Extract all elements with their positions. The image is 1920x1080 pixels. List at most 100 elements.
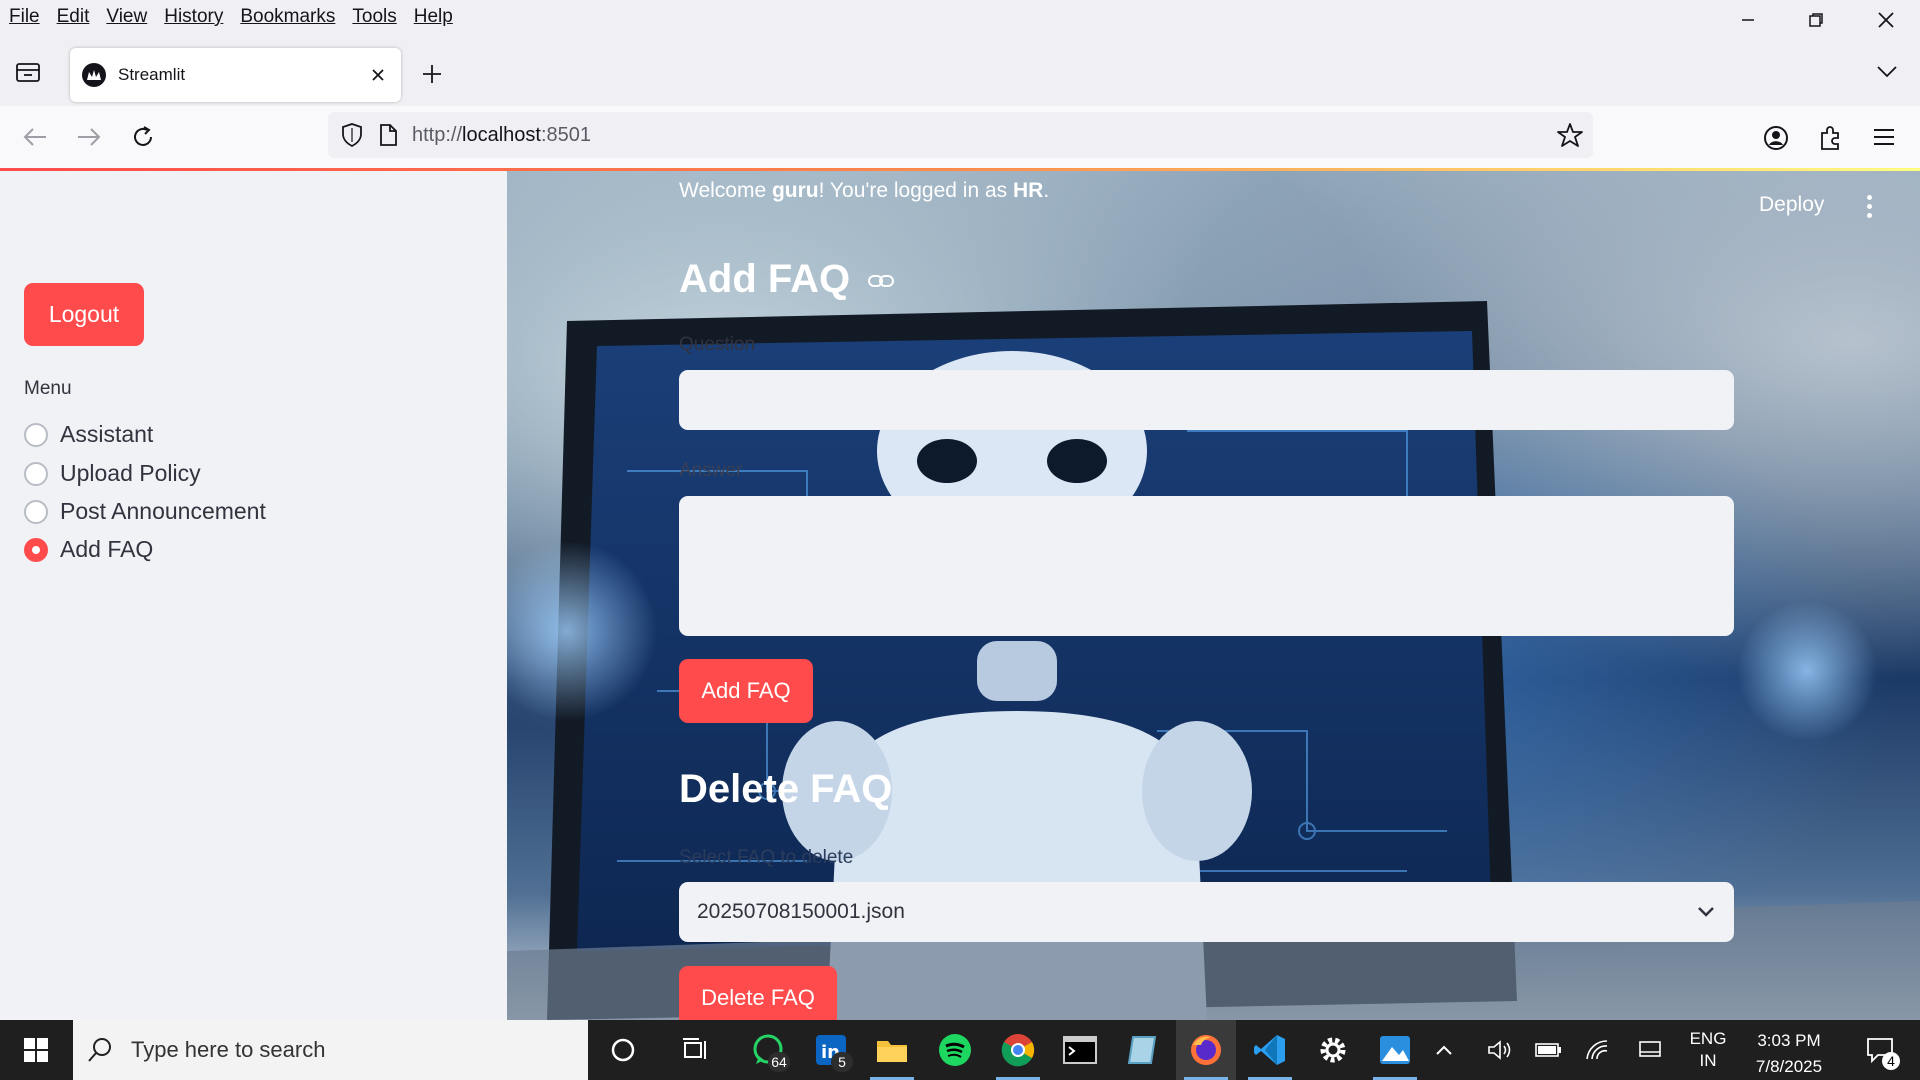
selected-faq-value: 20250708150001.json xyxy=(697,900,905,923)
arrow-right-icon xyxy=(78,128,101,146)
app-menu-button[interactable] xyxy=(1872,126,1896,153)
taskbar-file-explorer[interactable] xyxy=(862,1020,922,1080)
link-icon[interactable] xyxy=(867,271,895,291)
taskbar-whatsapp[interactable]: 64 xyxy=(738,1020,798,1080)
cortana-button[interactable] xyxy=(593,1020,653,1080)
faq-select-dropdown[interactable]: 20250708150001.json xyxy=(679,882,1734,942)
minimize-button[interactable] xyxy=(1714,0,1782,40)
extensions-button[interactable] xyxy=(1818,124,1844,157)
delete-faq-button[interactable]: Delete FAQ xyxy=(679,966,837,1020)
star-icon xyxy=(1557,123,1583,147)
close-icon xyxy=(1878,12,1894,28)
radio-label: Post Announcement xyxy=(60,498,266,524)
question-input[interactable] xyxy=(679,370,1734,430)
chevron-down-icon xyxy=(1877,66,1897,78)
notes-app-icon xyxy=(1127,1036,1157,1064)
spotify-icon xyxy=(939,1034,971,1066)
account-button[interactable] xyxy=(1762,124,1790,157)
main-menu-kebab-icon[interactable] xyxy=(1859,191,1879,221)
deploy-button[interactable]: Deploy xyxy=(1759,193,1824,217)
search-placeholder: Type here to search xyxy=(131,1037,326,1062)
taskbar-linkedin[interactable]: in 5 xyxy=(801,1020,861,1080)
radio-option-assistant[interactable]: Assistant xyxy=(24,421,153,448)
taskbar-notes-app[interactable] xyxy=(1113,1020,1173,1080)
menu-view[interactable]: View xyxy=(106,6,147,28)
input-indicator-button[interactable] xyxy=(1630,1020,1670,1080)
radio-option-upload-policy[interactable]: Upload Policy xyxy=(24,460,201,487)
tracking-protection-shield-icon[interactable] xyxy=(340,122,364,148)
answer-textarea[interactable] xyxy=(679,496,1734,636)
taskbar-spotify[interactable] xyxy=(925,1020,985,1080)
wifi-icon xyxy=(1586,1040,1608,1060)
reload-button[interactable] xyxy=(130,124,156,155)
radio-label: Assistant xyxy=(60,421,154,447)
menu-edit[interactable]: Edit xyxy=(57,6,90,28)
bookmark-star-button[interactable] xyxy=(1557,122,1583,148)
radio-button[interactable] xyxy=(24,461,48,486)
close-window-button[interactable] xyxy=(1852,0,1920,40)
radio-label: Add FAQ xyxy=(60,536,154,562)
menu-help[interactable]: Help xyxy=(414,6,453,28)
puzzle-icon xyxy=(1821,126,1839,150)
chevron-down-icon xyxy=(1698,907,1714,917)
hamburger-icon xyxy=(1874,129,1894,145)
taskbar-settings[interactable] xyxy=(1303,1020,1363,1080)
whatsapp-badge: 64 xyxy=(768,1052,790,1072)
radio-button[interactable] xyxy=(24,499,48,524)
menu-label: Menu xyxy=(24,378,72,399)
answer-label: Answer xyxy=(679,460,743,481)
restore-icon xyxy=(1809,13,1823,27)
taskbar-terminal[interactable] xyxy=(1050,1020,1110,1080)
taskbar-search-box[interactable]: Type here to search xyxy=(73,1020,588,1080)
show-hidden-icons-button[interactable] xyxy=(1424,1020,1464,1080)
navigation-toolbar: http://localhost:8501 xyxy=(0,106,1920,170)
tab-close-button[interactable] xyxy=(363,60,393,90)
radio-button-selected[interactable] xyxy=(24,537,48,562)
menu-file[interactable]: File xyxy=(9,6,40,28)
streamlit-favicon-icon xyxy=(82,63,106,87)
radio-option-post-announcement[interactable]: Post Announcement xyxy=(24,498,266,525)
menu-bookmarks[interactable]: Bookmarks xyxy=(240,6,335,28)
close-icon xyxy=(372,69,384,81)
battery-button[interactable] xyxy=(1528,1020,1568,1080)
taskbar-vscode[interactable] xyxy=(1240,1020,1300,1080)
clock-time: 3:03 PM xyxy=(1757,1031,1821,1050)
list-all-tabs-button[interactable] xyxy=(1876,64,1898,85)
add-faq-button[interactable]: Add FAQ xyxy=(679,659,813,723)
page-info-icon[interactable] xyxy=(378,123,398,147)
add-faq-heading: Add FAQ xyxy=(679,257,895,302)
delete-faq-heading: Delete FAQ xyxy=(679,767,893,811)
taskbar-firefox[interactable] xyxy=(1176,1020,1236,1080)
start-button[interactable] xyxy=(0,1020,72,1080)
back-button[interactable] xyxy=(22,126,48,153)
address-bar[interactable]: http://localhost:8501 xyxy=(328,112,1593,158)
taskbar-photos[interactable] xyxy=(1365,1020,1425,1080)
clock[interactable]: 3:03 PM 7/8/2025 xyxy=(1744,1028,1834,1080)
radio-button[interactable] xyxy=(24,422,48,447)
scrollbar[interactable] xyxy=(1912,171,1920,1020)
account-icon xyxy=(1764,126,1788,150)
welcome-message: Welcome guru! You're logged in as HR. xyxy=(679,179,1050,202)
forward-button[interactable] xyxy=(76,126,102,153)
cortana-icon xyxy=(611,1038,635,1062)
new-tab-button[interactable] xyxy=(420,62,444,91)
task-view-button[interactable] xyxy=(665,1020,725,1080)
tab-title: Streamlit xyxy=(118,65,186,84)
menu-tools[interactable]: Tools xyxy=(352,6,396,28)
folder-icon xyxy=(877,1041,907,1062)
firefox-view-button[interactable] xyxy=(14,60,42,89)
logout-button[interactable]: Logout xyxy=(24,283,144,346)
notifications-badge: 4 xyxy=(1882,1052,1900,1070)
clock-date: 7/8/2025 xyxy=(1755,1057,1823,1076)
keyboard-display-icon xyxy=(1639,1041,1661,1057)
menu-history[interactable]: History xyxy=(164,6,223,28)
language-indicator[interactable]: ENG IN xyxy=(1682,1028,1734,1072)
volume-button[interactable] xyxy=(1480,1020,1520,1080)
restore-button[interactable] xyxy=(1782,0,1850,40)
taskbar-chrome[interactable] xyxy=(988,1020,1048,1080)
tab-streamlit[interactable]: Streamlit xyxy=(70,48,401,102)
radio-option-add-faq[interactable]: Add FAQ xyxy=(24,536,153,563)
notifications-button[interactable]: 4 xyxy=(1850,1020,1910,1080)
chrome-icon xyxy=(1001,1034,1035,1067)
network-button[interactable] xyxy=(1578,1020,1618,1080)
